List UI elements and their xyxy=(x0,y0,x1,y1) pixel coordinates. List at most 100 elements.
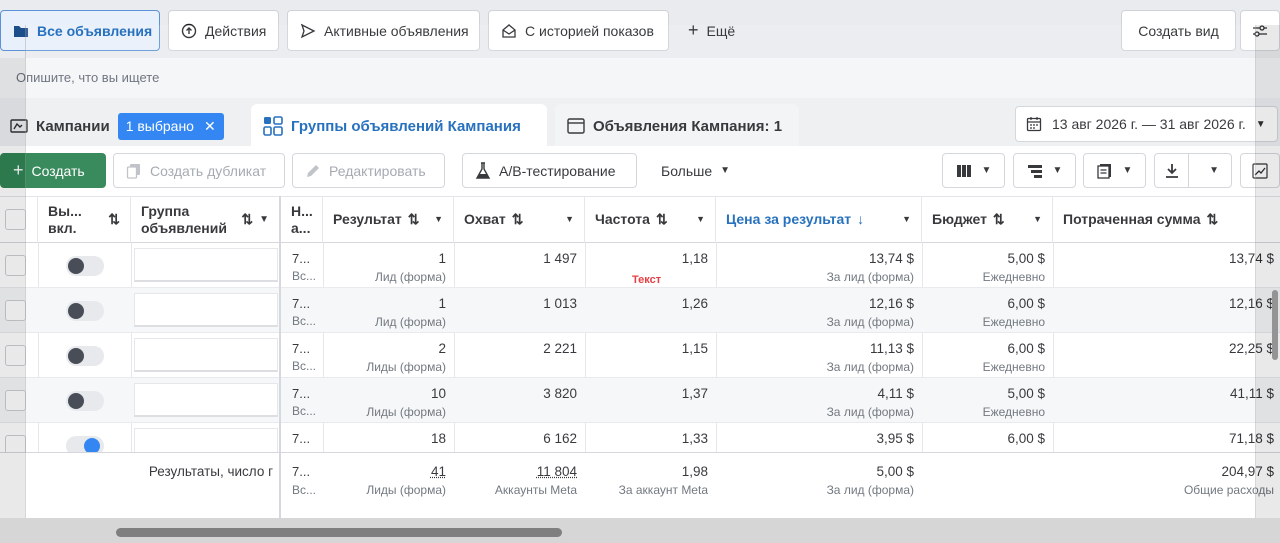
delivery-toggle[interactable] xyxy=(66,436,104,452)
table-row[interactable]: 7... Вс... 10 Лиды (форма) 3 820 1,37 4,… xyxy=(0,378,1280,423)
row-result-sub: Лид (форма) xyxy=(374,270,446,284)
columns-button[interactable]: ▼ xyxy=(942,153,1005,188)
chevron-down-icon: ▼ xyxy=(1052,165,1063,176)
select-all-column[interactable] xyxy=(0,196,38,243)
totals-n-sub: Вс... xyxy=(292,483,317,497)
row-budget[interactable]: 6,00 $ xyxy=(1007,341,1045,356)
chevron-down-icon[interactable]: ▼ xyxy=(434,211,443,228)
tab-ads[interactable]: Объявления Кампания: 1 xyxy=(555,104,799,148)
row-checkbox[interactable] xyxy=(5,255,26,276)
column-reach[interactable]: Охват ⇅ ▼ xyxy=(454,196,585,243)
more-actions-button[interactable]: Больше ▼ xyxy=(649,153,742,188)
search-bar[interactable]: Опишите, что вы ищете xyxy=(0,58,1280,98)
view-with-history-button[interactable]: С историей показов xyxy=(488,10,669,51)
horizontal-scrollbar-thumb[interactable] xyxy=(116,528,562,537)
chevron-down-icon[interactable]: ▼ xyxy=(902,211,911,228)
sort-icon[interactable]: ⇅ xyxy=(993,211,1005,228)
ad-set-name[interactable] xyxy=(134,293,278,327)
clear-selection-icon[interactable]: ✕ xyxy=(204,118,216,135)
totals-row: Результаты, число г 7... Вс... 41 Лиды (… xyxy=(0,452,1280,518)
chevron-down-icon[interactable]: ▼ xyxy=(565,211,574,228)
view-more-button[interactable]: + Ещё xyxy=(688,10,735,51)
totals-spent-sub: Общие расходы xyxy=(1183,483,1274,497)
row-result[interactable]: 10 xyxy=(431,386,446,401)
row-result[interactable]: 18 xyxy=(431,431,446,446)
totals-label: Результаты, число г xyxy=(148,464,273,479)
tab-ad-sets[interactable]: Группы объявлений Кампания xyxy=(251,104,547,148)
charts-button[interactable] xyxy=(1240,153,1280,188)
ad-set-name[interactable] xyxy=(134,338,278,372)
date-range-picker[interactable]: 13 авг 2026 г. — 31 авг 2026 г. ▼ xyxy=(1015,106,1278,142)
tab-ads-label: Объявления Кампания: 1 xyxy=(593,117,783,135)
sort-icon[interactable]: ⇅ xyxy=(1206,211,1218,228)
create-button[interactable]: + Создать xyxy=(0,153,106,188)
row-checkbox[interactable] xyxy=(5,390,26,411)
reports-button[interactable]: ▼ xyxy=(1083,153,1146,188)
tab-ad-sets-label: Группы объявлений Кампания xyxy=(291,117,521,135)
column-result[interactable]: Результат ⇅ ▼ xyxy=(323,196,454,243)
totals-spent: 204,97 $ xyxy=(1221,464,1274,479)
column-spent[interactable]: Потраченная сумма ⇅ xyxy=(1053,196,1280,243)
ab-test-button[interactable]: A/B-тестирование xyxy=(462,153,637,188)
chevron-down-icon[interactable]: ▼ xyxy=(696,211,705,228)
row-checkbox[interactable] xyxy=(5,345,26,366)
table-row[interactable]: 7... Вс... 2 Лиды (форма) 2 221 1,15 11,… xyxy=(0,333,1280,378)
search-input[interactable]: Опишите, что вы ищете xyxy=(16,70,159,85)
breakdown-button[interactable]: ▼ xyxy=(1013,153,1076,188)
table-row[interactable]: 7... 18 6 162 1,33 3,95 $ 6,00 $ 71,18 $ xyxy=(0,423,1280,452)
totals-result[interactable]: 41 xyxy=(431,464,446,479)
totals-result-sub: Лиды (форма) xyxy=(366,483,446,497)
column-on-off[interactable]: Вы... вкл. ⇅ xyxy=(38,196,131,243)
ad-set-name[interactable] xyxy=(134,248,278,282)
create-view-button[interactable]: Создать вид xyxy=(1121,10,1236,51)
row-result[interactable]: 2 xyxy=(438,341,446,356)
sort-icon[interactable]: ⇅ xyxy=(512,211,524,228)
view-all-ads-button[interactable]: Все объявления xyxy=(0,10,160,51)
sort-icon[interactable]: ⇅ xyxy=(108,211,120,228)
sort-icon[interactable]: ⇅ xyxy=(241,211,253,228)
delivery-toggle[interactable] xyxy=(66,301,104,321)
view-active-ads-button[interactable]: Активные объявления xyxy=(287,10,480,51)
row-checkbox[interactable] xyxy=(5,435,26,452)
edit-button[interactable]: Редактировать xyxy=(292,153,445,188)
column-budget[interactable]: Бюджет ⇅ ▼ xyxy=(922,196,1053,243)
row-frequency: 1,18 xyxy=(681,251,708,266)
totals-reach[interactable]: 11 804 xyxy=(537,464,577,479)
row-budget[interactable]: 5,00 $ xyxy=(1007,386,1045,401)
select-all-checkbox[interactable] xyxy=(5,209,26,230)
tab-campaigns[interactable]: Кампании 1 выбрано ✕ xyxy=(10,104,224,148)
duplicate-button[interactable]: Создать дубликат xyxy=(113,153,285,188)
ad-set-name[interactable] xyxy=(134,428,278,452)
chevron-down-icon[interactable]: ▼ xyxy=(259,211,269,228)
sort-icon[interactable]: ⇅ xyxy=(408,211,420,228)
column-frequency[interactable]: Частота ⇅ ▼ xyxy=(585,196,716,243)
ad-set-name[interactable] xyxy=(134,383,278,417)
view-actions-button[interactable]: Действия xyxy=(168,10,279,51)
row-n-value: 7... xyxy=(292,386,311,401)
row-budget[interactable]: 6,00 $ xyxy=(1007,296,1045,311)
row-budget-sub: Ежедневно xyxy=(982,315,1045,329)
delivery-toggle[interactable] xyxy=(66,256,104,276)
chevron-down-icon: ▼ xyxy=(720,165,731,176)
selected-count-pill[interactable]: 1 выбрано ✕ xyxy=(117,112,224,140)
sort-icon[interactable]: ⇅ xyxy=(656,211,668,228)
chevron-down-icon[interactable]: ▼ xyxy=(1033,211,1042,228)
sort-desc-icon[interactable]: ↓ xyxy=(857,211,864,228)
column-n[interactable]: Н... а... xyxy=(283,196,323,243)
row-budget[interactable]: 6,00 $ xyxy=(1007,431,1045,446)
export-button[interactable]: ▼ xyxy=(1154,153,1232,188)
delivery-toggle[interactable] xyxy=(66,391,104,411)
vertical-scrollbar-thumb[interactable] xyxy=(1272,290,1278,360)
column-name[interactable]: Группа объявлений ⇅ ▼ xyxy=(131,196,280,243)
selected-count-label: 1 выбрано xyxy=(125,118,194,134)
download-icon xyxy=(1155,154,1190,187)
row-checkbox[interactable] xyxy=(5,300,26,321)
table-row[interactable]: 7... Вс... 1 Лид (форма) 1 013 1,26 12,1… xyxy=(0,288,1280,333)
column-cost-per-result[interactable]: Цена за результат ↓ ▼ xyxy=(716,196,922,243)
view-settings-button[interactable] xyxy=(1240,10,1280,51)
delivery-toggle[interactable] xyxy=(66,346,104,366)
row-result[interactable]: 1 xyxy=(438,296,446,311)
row-result[interactable]: 1 xyxy=(438,251,446,266)
chevron-down-icon: ▼ xyxy=(1255,118,1266,130)
row-budget[interactable]: 5,00 $ xyxy=(1007,251,1045,266)
